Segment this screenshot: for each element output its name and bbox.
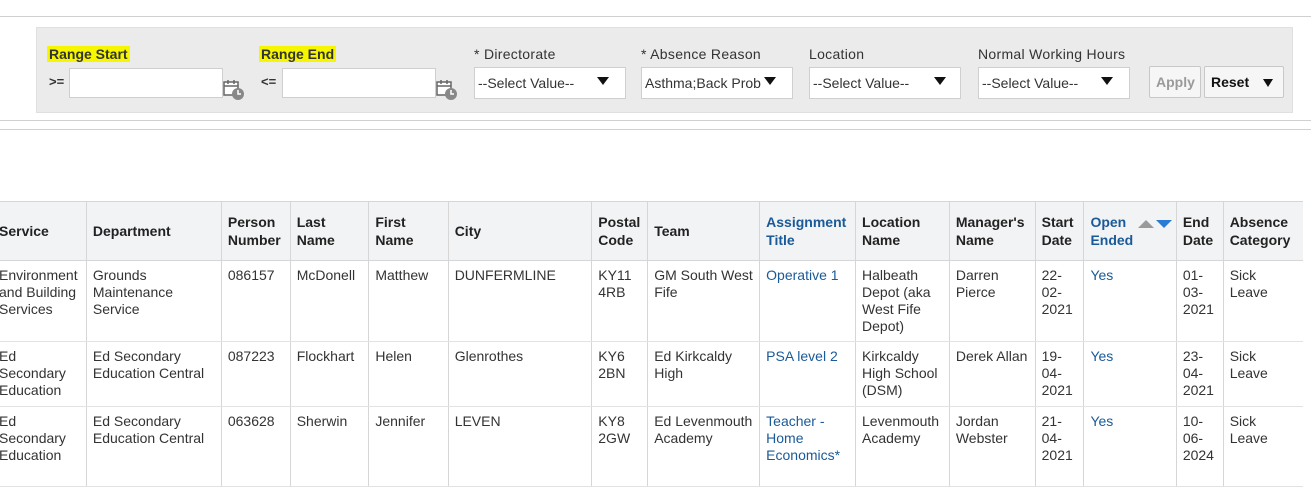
cell-managers-name: Jordan Webster [948,406,1036,487]
cell-city: Glenrothes [447,341,592,407]
col-header-managers-name[interactable]: Manager's Name [948,201,1036,261]
cell-open-ended-link[interactable]: Yes [1083,341,1177,407]
calendar-clock-icon[interactable] [223,79,245,101]
cell-absence-category: Sick Leave [1222,341,1303,407]
cell-department: Ed Secondary Education Central [85,341,222,407]
cell-service: Ed Secondary Education [0,341,87,407]
table-row: Environment and Building Services Ground… [0,260,1303,342]
col-header-city[interactable]: City [447,201,592,261]
cell-managers-name: Darren Pierce [948,260,1036,342]
directorate-select[interactable]: --Select Value-- [474,67,626,99]
calendar-clock-icon[interactable] [436,79,458,101]
cell-location-name: Kirkcaldy High School (DSM) [855,341,950,407]
cell-person-number: 087223 [220,341,291,407]
cell-postal-code: KY8 2GW [591,406,648,487]
cell-team: Ed Kirkcaldy High [647,341,760,407]
cell-start-date: 22-02-2021 [1034,260,1084,342]
sort-arrows-icon[interactable] [1138,219,1173,229]
cell-start-date: 19-04-2021 [1034,341,1084,407]
location-label: Location [809,46,865,62]
cell-first-name: Matthew [368,260,449,342]
cell-person-number: 063628 [220,406,291,487]
col-header-postal-code[interactable]: Postal Code [591,201,648,261]
triangle-down-icon [597,77,609,85]
cell-first-name: Jennifer [368,406,449,487]
cell-last-name: McDonell [289,260,369,342]
cell-city: DUNFERMLINE [447,260,592,342]
col-header-absence-category[interactable]: Absence Category [1222,201,1303,261]
cell-service: Environment and Building Services [0,260,87,342]
cell-team: Ed Levenmouth Academy [647,406,760,487]
cell-assignment-title-link[interactable]: Teacher - Home Economics* [759,406,856,487]
top-divider [0,16,1311,17]
cell-managers-name: Derek Allan [948,341,1036,407]
cell-city: LEVEN [447,406,592,487]
table-top-divider [0,129,1311,130]
cell-assignment-title-link[interactable]: PSA level 2 [759,341,856,407]
cell-team: GM South West Fife [647,260,760,342]
col-header-end-date[interactable]: End Date [1175,201,1224,261]
col-header-service[interactable]: Service [0,201,87,261]
table-row: Ed Secondary Education Ed Secondary Educ… [0,341,1303,407]
triangle-down-icon [764,77,776,85]
cell-first-name: Helen [368,341,449,407]
table-header-row: Service Department Person Number Last Na… [0,201,1303,261]
cell-end-date: 10-06-2024 [1175,406,1224,487]
col-header-open-ended[interactable]: Open Ended [1083,201,1177,261]
col-header-last-name[interactable]: Last Name [289,201,369,261]
cell-postal-code: KY6 2BN [591,341,648,407]
normal-working-hours-label: Normal Working Hours [978,46,1126,62]
cell-department: Grounds Maintenance Service [85,260,222,342]
range-start-operator: >= [49,74,65,89]
reset-button[interactable]: Reset [1204,66,1284,98]
cell-postal-code: KY11 4RB [591,260,648,342]
cell-open-ended-link[interactable]: Yes [1083,406,1177,487]
cell-absence-category: Sick Leave [1222,260,1303,342]
range-end-operator: <= [261,74,277,89]
absence-reason-select[interactable]: Asthma;Back Prob [641,67,793,99]
cell-assignment-title-link[interactable]: Operative 1 [759,260,856,342]
col-header-person-number[interactable]: Person Number [220,201,291,261]
col-header-department[interactable]: Department [85,201,222,261]
range-end-label: Range End [259,46,337,62]
absence-report-table: Service Department Person Number Last Na… [0,201,1303,487]
range-start-input[interactable] [69,68,223,98]
location-select[interactable]: --Select Value-- [809,67,961,99]
cell-absence-category: Sick Leave [1222,406,1303,487]
cell-service: Ed Secondary Education [0,406,87,487]
col-header-first-name[interactable]: First Name [368,201,449,261]
range-start-label: Range Start [47,46,130,62]
cell-person-number: 086157 [220,260,291,342]
cell-open-ended-link[interactable]: Yes [1083,260,1177,342]
prompts-divider [0,120,1311,121]
cell-location-name: Levenmouth Academy [855,406,950,487]
col-header-location-name[interactable]: Location Name [855,201,950,261]
triangle-down-icon [934,77,946,85]
cell-last-name: Sherwin [289,406,369,487]
cell-end-date: 01-03-2021 [1175,260,1224,342]
triangle-down-icon [1101,77,1113,85]
normal-working-hours-select[interactable]: --Select Value-- [978,67,1130,99]
table-row: Ed Secondary Education Ed Secondary Educ… [0,406,1303,487]
cell-location-name: Halbeath Depot (aka West Fife Depot) [855,260,950,342]
range-end-input[interactable] [282,68,436,98]
col-header-open-ended-label: Open Ended [1090,214,1134,248]
col-header-start-date[interactable]: Start Date [1034,201,1084,261]
triangle-down-icon [1263,79,1273,87]
cell-end-date: 23-04-2021 [1175,341,1224,407]
col-header-assignment-title[interactable]: Assignment Title [759,201,856,261]
cell-start-date: 21-04-2021 [1034,406,1084,487]
filter-prompts-panel: Range Start >= Range End <= * Directorat… [36,27,1293,113]
cell-last-name: Flockhart [289,341,369,407]
apply-button[interactable]: Apply [1149,66,1201,98]
col-header-team[interactable]: Team [647,201,760,261]
absence-reason-label: * Absence Reason [641,46,761,62]
cell-department: Ed Secondary Education Central [85,406,222,487]
directorate-label: * Directorate [474,46,556,62]
